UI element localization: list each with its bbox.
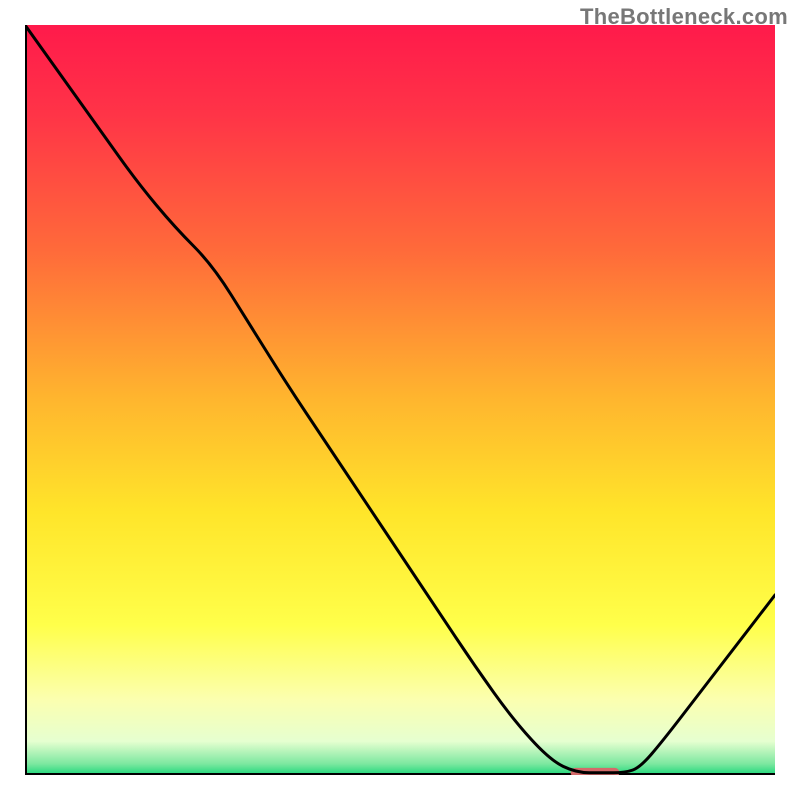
gradient-background [25, 25, 775, 775]
bottleneck-chart [25, 25, 775, 775]
chart-container: TheBottleneck.com [0, 0, 800, 800]
plot-area [25, 25, 775, 775]
watermark-label: TheBottleneck.com [580, 4, 788, 30]
